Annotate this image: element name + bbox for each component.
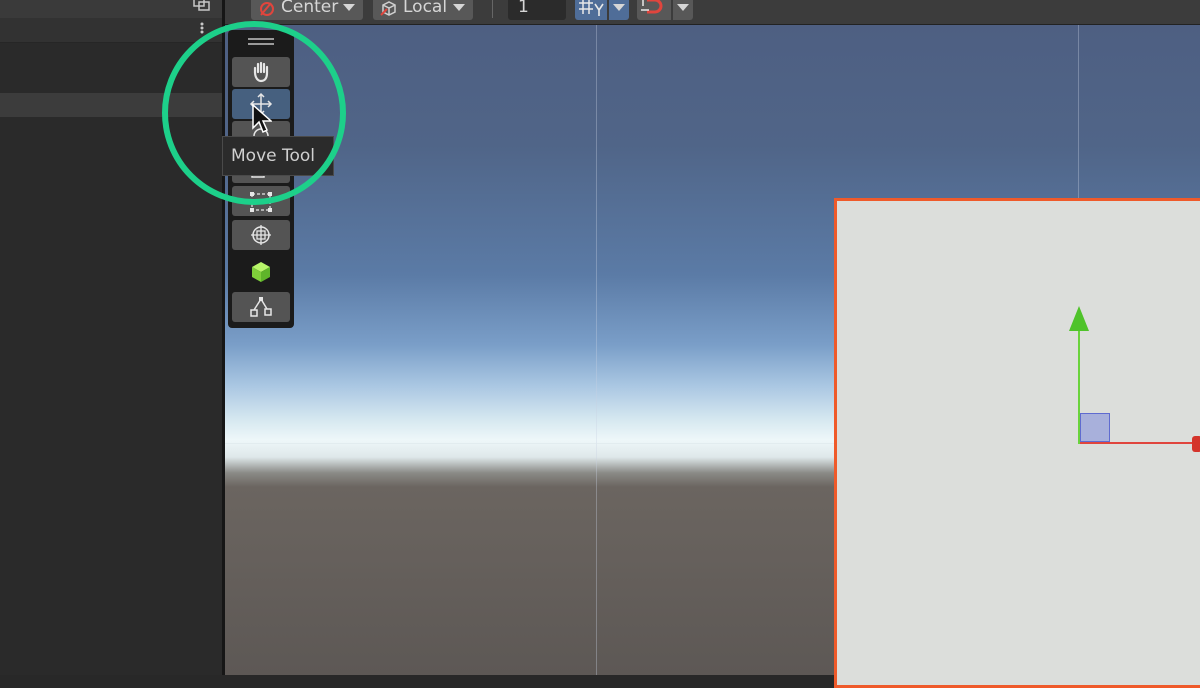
x-axis-arrow-icon[interactable]: [1192, 436, 1200, 452]
pivot-icon: [260, 2, 274, 16]
magnet-icon: [641, 0, 663, 14]
grid-line: [596, 25, 597, 675]
pivot-rotation-label: Local: [403, 0, 448, 17]
grid-line: [1078, 25, 1079, 200]
scene-toolbar: Center Local 1: [225, 0, 1200, 25]
horizon-line: [225, 443, 835, 444]
cube-icon[interactable]: [249, 260, 273, 284]
cursor-icon: [252, 104, 272, 134]
kebab-menu-icon[interactable]: [197, 21, 207, 35]
increment-snap-dropdown[interactable]: [673, 0, 693, 20]
y-axis-arrow-icon[interactable]: [1069, 306, 1089, 331]
grid-snap-icon: [579, 0, 604, 16]
transform-tool-button[interactable]: [232, 220, 290, 250]
increment-snap-button[interactable]: [637, 0, 671, 20]
panel-tab-bar: [0, 0, 222, 18]
grid-snap-button[interactable]: [575, 0, 607, 20]
chevron-down-icon: [343, 4, 355, 11]
xy-plane-handle[interactable]: [1080, 413, 1110, 442]
custom-editor-tool-button[interactable]: [232, 292, 290, 322]
maximize-icon[interactable]: [192, 0, 212, 12]
pivot-rotation-dropdown[interactable]: Local: [373, 0, 473, 20]
pivot-mode-dropdown[interactable]: Center: [251, 0, 363, 20]
pivot-mode-label: Center: [281, 0, 339, 17]
chevron-down-icon: [453, 4, 465, 11]
chevron-down-icon: [613, 4, 625, 11]
x-axis-handle[interactable]: [1080, 442, 1200, 444]
panel-header: [0, 18, 222, 43]
chevron-down-icon: [677, 4, 689, 11]
local-space-icon: [380, 1, 396, 16]
grid-size-field[interactable]: 1: [508, 0, 566, 20]
toolbar-separator: [492, 0, 493, 18]
nodes-icon: [250, 297, 272, 317]
grid-snap-dropdown[interactable]: [609, 0, 629, 20]
transform-icon: [251, 225, 271, 245]
